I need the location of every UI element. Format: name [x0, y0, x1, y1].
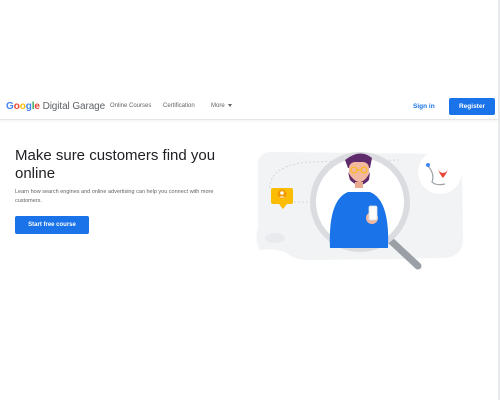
nav-certification[interactable]: Certification [163, 103, 195, 109]
map-pin-card-icon [418, 150, 462, 194]
top-navigation-bar: Google Digital Garage Online Courses Cer… [0, 95, 498, 120]
nav-online-courses[interactable]: Online Courses [110, 103, 151, 109]
logo-product-name: Digital Garage [39, 101, 106, 112]
hero-subtitle: Learn how search engines and online adve… [15, 189, 214, 204]
sign-in-link[interactable]: Sign in [413, 103, 435, 110]
register-button[interactable]: Register [449, 98, 495, 115]
hero-illustration [256, 150, 463, 270]
nav-more-menu[interactable]: More [211, 103, 232, 109]
small-cloud [265, 233, 285, 243]
caret-down-icon [227, 103, 232, 107]
hero-title: Make sure customers find you online [15, 147, 216, 182]
google-wordmark: Google [6, 101, 40, 112]
google-digital-garage-logo[interactable]: Google Digital Garage [6, 101, 105, 112]
nav-more-label: More [211, 103, 225, 109]
start-free-course-button[interactable]: Start free course [15, 216, 89, 234]
